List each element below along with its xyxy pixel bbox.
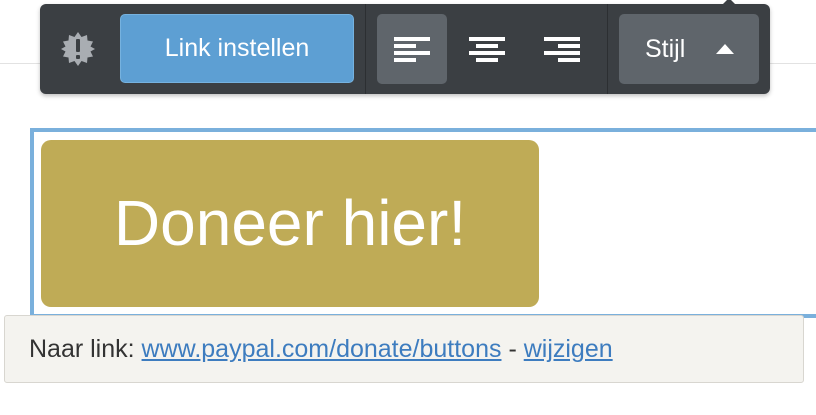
warning-badge-icon (60, 31, 96, 67)
caret-up-icon (716, 44, 734, 54)
link-separator: - (508, 335, 517, 363)
align-center-button[interactable] (452, 14, 522, 84)
page-divider-left (0, 63, 40, 64)
link-toolbar: Link instellen Stijl (40, 0, 770, 94)
align-left-icon (394, 37, 430, 62)
link-preview-bar: Naar link: www.paypal.com/donate/buttons… (4, 315, 804, 383)
align-center-icon (469, 37, 505, 62)
page-divider-right (770, 63, 816, 64)
stijl-dropdown-button[interactable]: Stijl (619, 14, 759, 84)
align-right-button[interactable] (527, 14, 597, 84)
toolbar-divider (365, 4, 366, 94)
toolbar-pointer (722, 0, 736, 5)
align-left-button[interactable] (377, 14, 447, 84)
align-right-icon (544, 37, 580, 62)
link-prefix: Naar link: (29, 335, 135, 363)
edit-link-button[interactable]: wijzigen (524, 335, 613, 363)
donate-button[interactable]: Doneer hier! (41, 140, 539, 307)
link-url[interactable]: www.paypal.com/donate/buttons (142, 335, 502, 363)
stijl-label: Stijl (645, 35, 686, 63)
toolbar-divider (607, 4, 608, 94)
link-instellen-button[interactable]: Link instellen (120, 14, 354, 83)
